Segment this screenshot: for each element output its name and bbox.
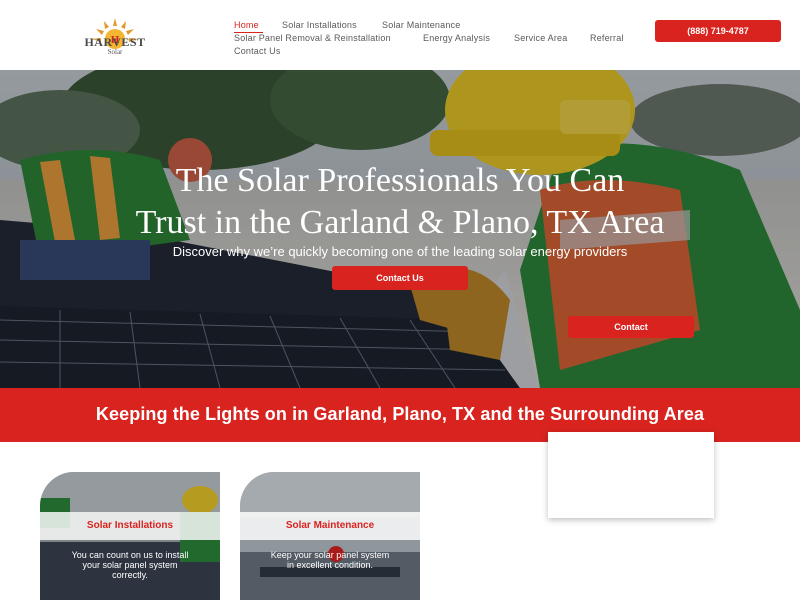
hero-subtitle: Discover why we’re quickly becoming one … — [172, 244, 628, 259]
nav-referral[interactable]: Referral — [590, 33, 624, 43]
hero-contact-us-button[interactable]: Contact Us — [332, 266, 468, 290]
phone-button[interactable]: (888) 719-4787 — [655, 20, 781, 42]
nav-solar-installations[interactable]: Solar Installations — [282, 20, 357, 30]
brand-name[interactable]: HARVEST — [84, 36, 146, 48]
hero-title: The Solar Professionals You Can Trust in… — [0, 160, 800, 244]
hero-title-line2: Trust in the Garland & Plano, TX Area — [135, 204, 665, 241]
nav-energy-analysis[interactable]: Energy Analysis — [423, 33, 490, 43]
floating-panel — [548, 432, 714, 518]
nav-home[interactable]: Home — [234, 20, 259, 30]
nav-service-area[interactable]: Service Area — [514, 33, 567, 43]
card-description: You can count on us to install your sola… — [71, 550, 189, 580]
hero-title-line1: The Solar Professionals You Can — [175, 162, 625, 199]
contact-button[interactable]: Contact — [568, 316, 694, 338]
card-title: Solar Maintenance — [285, 520, 375, 531]
hero-section: The Solar Professionals You Can Trust in… — [0, 70, 800, 388]
nav-contact-us[interactable]: Contact Us — [234, 46, 281, 56]
nav-panel-removal[interactable]: Solar Panel Removal & Reinstallation — [234, 33, 391, 43]
nav-solar-maintenance[interactable]: Solar Maintenance — [382, 20, 460, 30]
service-card-installations[interactable]: Solar Installations You can count on us … — [40, 472, 220, 600]
site-header: H HARVEST Solar Home Solar Installations… — [0, 0, 800, 70]
card-description: Keep your solar panel system in excellen… — [270, 550, 390, 570]
tagline-text: Keeping the Lights on in Garland, Plano,… — [95, 404, 705, 424]
brand-sub: Solar — [107, 48, 123, 56]
card-title: Solar Installations — [86, 520, 174, 531]
service-card-maintenance[interactable]: Solar Maintenance Keep your solar panel … — [240, 472, 420, 600]
